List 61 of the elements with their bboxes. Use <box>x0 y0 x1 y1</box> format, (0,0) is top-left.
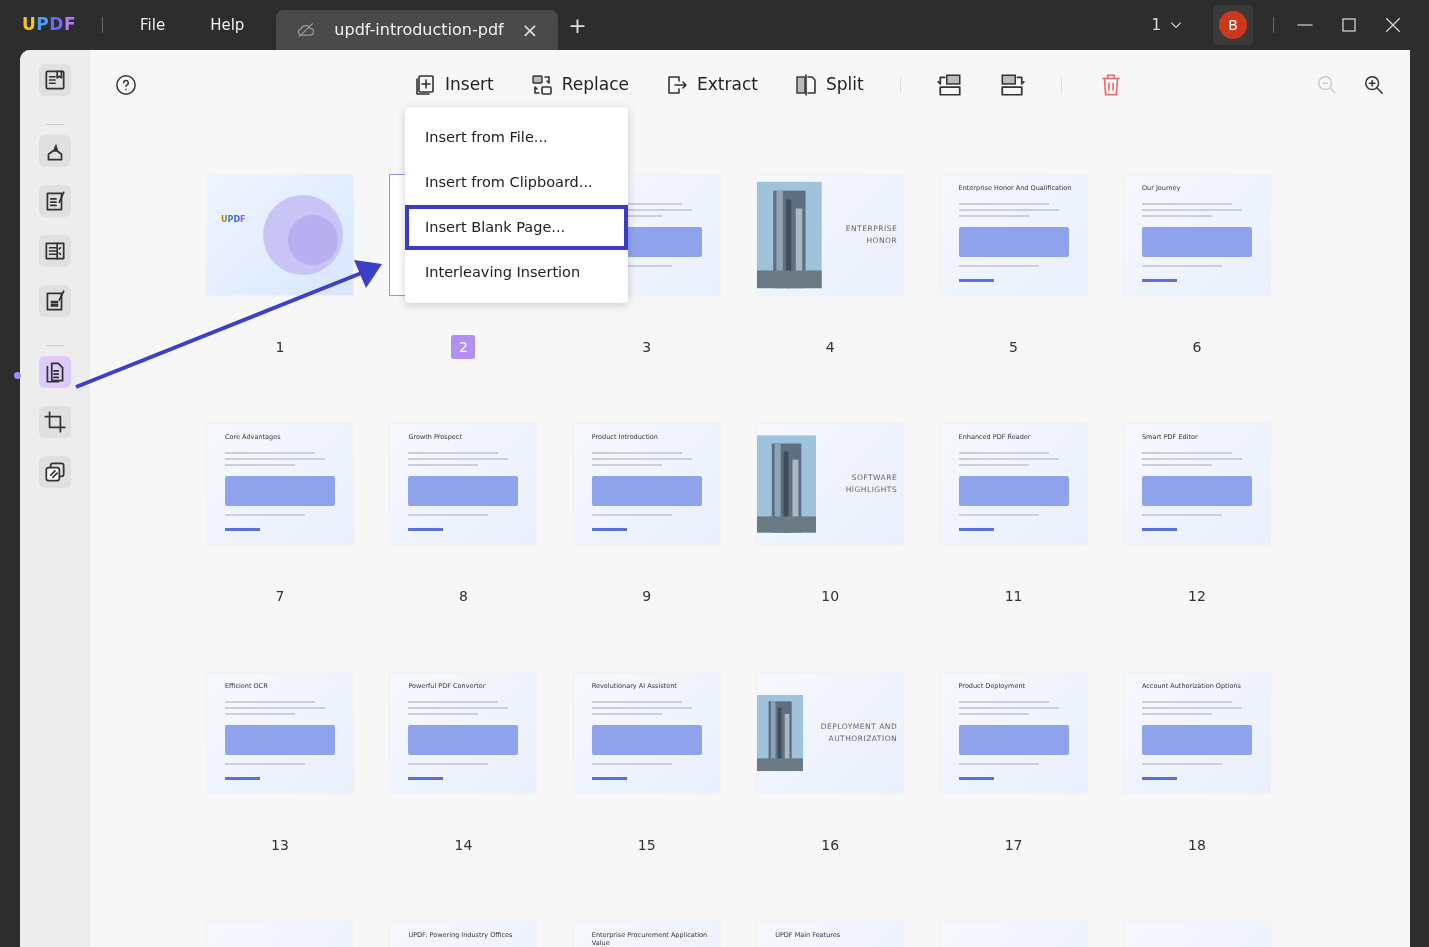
sidebar-tool[interactable] <box>39 456 71 488</box>
reader-icon <box>42 67 68 93</box>
page-number: 3 <box>641 337 653 357</box>
crop-icon <box>42 409 68 435</box>
menu-item[interactable]: Insert from Clipboard... <box>405 160 628 205</box>
page-number: 16 <box>820 835 841 855</box>
page-count-dropdown[interactable]: 1 <box>1151 13 1183 37</box>
sidebar-tool[interactable] <box>39 135 71 167</box>
page-number: 4 <box>824 337 836 357</box>
sidebar-tool[interactable] <box>39 235 71 267</box>
page-number: 10 <box>820 586 841 606</box>
replace-icon <box>529 73 554 97</box>
insert-page-icon <box>413 73 437 97</box>
insert-button[interactable]: Insert <box>413 72 494 98</box>
extract-button[interactable]: Extract <box>665 72 758 98</box>
cloud-off-icon <box>296 20 317 40</box>
page-number: 14 <box>453 835 474 855</box>
page-number: 1 <box>274 337 286 357</box>
layers-icon <box>42 459 68 485</box>
avatar: B <box>1219 11 1247 39</box>
extract-icon <box>665 73 689 97</box>
replace-button[interactable]: Replace <box>529 72 629 98</box>
page-number: 8 <box>457 586 469 606</box>
tab-title: updf-introduction-pdf <box>334 19 504 41</box>
help-icon[interactable] <box>115 74 137 96</box>
document-tab[interactable]: updf-introduction-pdf × <box>276 10 559 50</box>
cover-title: UPDF <box>221 215 246 225</box>
page-thumbnail[interactable]: UPDF <box>207 175 353 295</box>
split-button[interactable]: Split <box>793 72 864 98</box>
page-number: 2 <box>451 335 476 359</box>
page-number: 17 <box>1003 835 1024 855</box>
selection-dot <box>14 372 21 379</box>
sidebar-tool[interactable] <box>39 64 71 96</box>
menu-item[interactable]: Insert from File... <box>405 115 628 160</box>
menu-item[interactable]: File <box>140 13 166 37</box>
rotate-right-button[interactable] <box>998 72 1025 98</box>
page-number: 7 <box>274 586 286 606</box>
page-number: 15 <box>636 835 657 855</box>
sidebar-tool[interactable] <box>39 285 71 317</box>
page-number: 12 <box>1187 586 1207 606</box>
split-icon <box>793 73 818 97</box>
page-number: 6 <box>1191 337 1203 357</box>
page-number: 5 <box>1008 337 1019 357</box>
zoom-in-icon[interactable] <box>1363 74 1385 96</box>
menu-item[interactable]: Insert Blank Page... <box>405 205 628 250</box>
menu-item[interactable]: Help <box>210 13 245 37</box>
new-tab-button[interactable]: + <box>568 8 587 42</box>
account-button[interactable]: B <box>1213 5 1253 45</box>
page-number: 9 <box>641 586 653 606</box>
menu-item[interactable]: Interleaving Insertion <box>405 250 628 295</box>
sidebar-tool[interactable] <box>39 406 71 438</box>
rotate-left-button[interactable] <box>936 72 963 98</box>
page-number: 18 <box>1187 835 1207 855</box>
close-icon[interactable] <box>1384 16 1402 34</box>
close-tab-button[interactable]: × <box>521 15 539 45</box>
maximize-icon[interactable] <box>1341 17 1357 33</box>
sidebar-tool[interactable] <box>39 185 71 217</box>
sidebar-tool[interactable] <box>39 356 71 388</box>
page-number: 13 <box>270 835 290 855</box>
app-logo: UPDF <box>22 13 77 37</box>
page-number: 11 <box>1003 586 1024 606</box>
